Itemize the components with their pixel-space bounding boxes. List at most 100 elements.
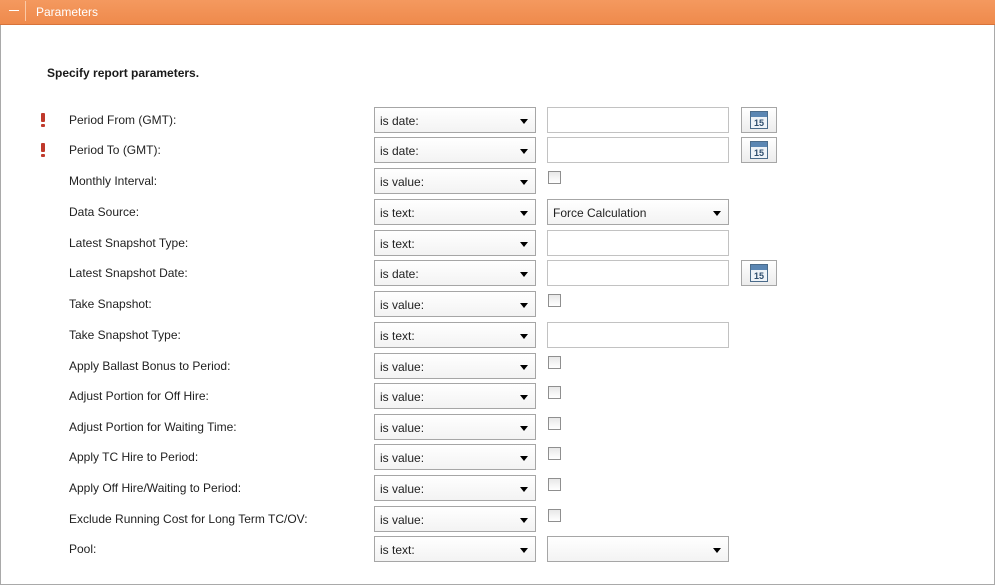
dropdown-arrow-icon bbox=[520, 518, 528, 523]
operator-value: is text: bbox=[380, 329, 415, 343]
text-input[interactable] bbox=[547, 322, 729, 348]
parameter-row: Adjust Portion for Waiting Time: is value… bbox=[0, 414, 995, 442]
operator-dropdown[interactable]: is value: bbox=[374, 168, 536, 194]
parameter-label: Adjust Portion for Off Hire: bbox=[69, 389, 209, 403]
dropdown-arrow-icon bbox=[713, 548, 721, 553]
operator-value: is value: bbox=[380, 451, 425, 465]
parameter-label: Apply Ballast Bonus to Period: bbox=[69, 359, 231, 373]
value-checkbox[interactable] bbox=[548, 294, 561, 307]
calendar-button[interactable]: 15 bbox=[741, 107, 777, 133]
dropdown-arrow-icon bbox=[520, 119, 528, 124]
operator-dropdown[interactable]: is date: bbox=[374, 107, 536, 133]
calendar-button[interactable]: 15 bbox=[741, 137, 777, 163]
operator-value: is date: bbox=[380, 144, 419, 158]
operator-value: is value: bbox=[380, 360, 425, 374]
parameter-label: Period To (GMT): bbox=[69, 143, 161, 157]
parameter-row: Exclude Running Cost for Long Term TC/OV… bbox=[0, 506, 995, 534]
operator-value: is text: bbox=[380, 206, 415, 220]
parameter-label: Take Snapshot: bbox=[69, 297, 152, 311]
calendar-icon: 15 bbox=[750, 111, 768, 129]
value-checkbox[interactable] bbox=[548, 478, 561, 491]
parameter-label: Period From (GMT): bbox=[69, 113, 177, 127]
parameter-label: Latest Snapshot Date: bbox=[69, 266, 188, 280]
minus-icon bbox=[9, 10, 19, 11]
collapse-button[interactable] bbox=[2, 1, 26, 21]
operator-value: is value: bbox=[380, 175, 425, 189]
value-checkbox[interactable] bbox=[548, 171, 561, 184]
calendar-button[interactable]: 15 bbox=[741, 260, 777, 286]
dropdown-arrow-icon bbox=[520, 211, 528, 216]
date-input[interactable] bbox=[547, 137, 729, 163]
parameters-header: Parameters bbox=[0, 0, 995, 25]
calendar-icon: 15 bbox=[750, 141, 768, 159]
operator-dropdown[interactable]: is date: bbox=[374, 260, 536, 286]
operator-dropdown[interactable]: is value: bbox=[374, 444, 536, 470]
parameter-row: Pool: is text: bbox=[0, 536, 995, 564]
operator-value: is date: bbox=[380, 114, 419, 128]
operator-dropdown[interactable]: is text: bbox=[374, 230, 536, 256]
panel-title: Parameters bbox=[36, 5, 99, 19]
text-input[interactable] bbox=[547, 230, 729, 256]
dropdown-arrow-icon bbox=[520, 334, 528, 339]
required-icon bbox=[41, 113, 45, 127]
value-checkbox[interactable] bbox=[548, 417, 561, 430]
calendar-icon: 15 bbox=[750, 264, 768, 282]
operator-value: is date: bbox=[380, 267, 419, 281]
operator-dropdown[interactable]: is text: bbox=[374, 322, 536, 348]
operator-value: is text: bbox=[380, 543, 415, 557]
dropdown-arrow-icon bbox=[520, 487, 528, 492]
required-icon bbox=[41, 143, 45, 157]
value-checkbox[interactable] bbox=[548, 509, 561, 522]
dropdown-arrow-icon bbox=[520, 272, 528, 277]
dropdown-arrow-icon bbox=[520, 180, 528, 185]
parameter-label: Data Source: bbox=[69, 205, 140, 219]
operator-dropdown[interactable]: is value: bbox=[374, 414, 536, 440]
parameter-row: Apply Ballast Bonus to Period: is value: bbox=[0, 353, 995, 381]
parameter-label: Latest Snapshot Type: bbox=[69, 236, 189, 250]
dropdown-arrow-icon bbox=[520, 149, 528, 154]
parameter-row: Take Snapshot Type: is text: bbox=[0, 322, 995, 350]
parameter-label: Adjust Portion for Waiting Time: bbox=[69, 420, 237, 434]
calendar-day: 15 bbox=[753, 148, 764, 158]
dropdown-arrow-icon bbox=[520, 456, 528, 461]
dropdown-arrow-icon bbox=[520, 303, 528, 308]
value-dropdown-text: Force Calculation bbox=[553, 206, 647, 220]
operator-value: is text: bbox=[380, 237, 415, 251]
parameter-label: Exclude Running Cost for Long Term TC/OV… bbox=[69, 512, 308, 526]
operator-value: is value: bbox=[380, 298, 425, 312]
operator-dropdown[interactable]: is date: bbox=[374, 137, 536, 163]
parameter-label: Pool: bbox=[69, 542, 97, 556]
parameter-row: Data Source: is text: Force Calculation bbox=[0, 199, 995, 227]
date-input[interactable] bbox=[547, 107, 729, 133]
value-dropdown[interactable]: Force Calculation bbox=[547, 199, 729, 225]
value-dropdown[interactable] bbox=[547, 536, 729, 562]
dropdown-arrow-icon bbox=[520, 365, 528, 370]
calendar-day: 15 bbox=[753, 118, 764, 128]
date-input[interactable] bbox=[547, 260, 729, 286]
value-checkbox[interactable] bbox=[548, 356, 561, 369]
operator-value: is value: bbox=[380, 421, 425, 435]
parameter-row: Latest Snapshot Date: is date: 15 bbox=[0, 260, 995, 288]
dropdown-arrow-icon bbox=[713, 211, 721, 216]
dropdown-arrow-icon bbox=[520, 395, 528, 400]
parameter-row: Period To (GMT): is date: 15 bbox=[0, 137, 995, 165]
parameter-label: Take Snapshot Type: bbox=[69, 328, 181, 342]
dropdown-arrow-icon bbox=[520, 242, 528, 247]
operator-value: is value: bbox=[380, 482, 425, 496]
operator-dropdown[interactable]: is value: bbox=[374, 353, 536, 379]
instructions-text: Specify report parameters. bbox=[47, 66, 200, 80]
parameter-row: Apply TC Hire to Period: is value: bbox=[0, 444, 995, 472]
value-checkbox[interactable] bbox=[548, 447, 561, 460]
operator-dropdown[interactable]: is value: bbox=[374, 383, 536, 409]
parameter-row: Latest Snapshot Type: is text: bbox=[0, 230, 995, 258]
dropdown-arrow-icon bbox=[520, 548, 528, 553]
parameter-row: Adjust Portion for Off Hire: is value: bbox=[0, 383, 995, 411]
operator-dropdown[interactable]: is text: bbox=[374, 199, 536, 225]
operator-dropdown[interactable]: is text: bbox=[374, 536, 536, 562]
operator-dropdown[interactable]: is value: bbox=[374, 475, 536, 501]
value-checkbox[interactable] bbox=[548, 386, 561, 399]
operator-dropdown[interactable]: is value: bbox=[374, 291, 536, 317]
operator-dropdown[interactable]: is value: bbox=[374, 506, 536, 532]
parameter-row: Period From (GMT): is date: 15 bbox=[0, 107, 995, 135]
parameter-row: Apply Off Hire/Waiting to Period: is valu… bbox=[0, 475, 995, 503]
